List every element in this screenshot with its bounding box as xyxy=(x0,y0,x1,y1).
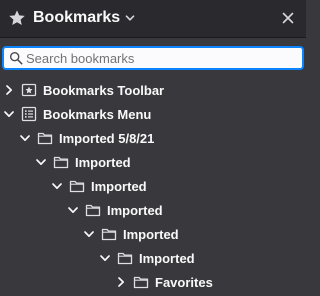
chevron-down-icon[interactable] xyxy=(3,108,15,120)
chevron-down-icon[interactable] xyxy=(35,156,47,168)
chevron-right-icon[interactable] xyxy=(115,276,127,288)
chevron-down-icon[interactable] xyxy=(67,204,79,216)
tree-row[interactable]: Imported xyxy=(0,246,306,270)
folder-icon xyxy=(85,202,101,218)
folder-icon xyxy=(117,250,133,266)
tree-row[interactable]: Imported xyxy=(0,222,306,246)
close-sidebar-button[interactable] xyxy=(280,10,296,26)
search-input[interactable] xyxy=(26,48,300,68)
star-icon xyxy=(9,10,25,26)
bookmarks-toolbar-icon xyxy=(21,82,37,98)
chevron-down-icon[interactable] xyxy=(51,180,63,192)
folder-icon xyxy=(37,130,53,146)
chevron-right-icon[interactable] xyxy=(3,84,15,96)
folder-icon xyxy=(53,154,69,170)
tree-row[interactable]: Bookmarks Menu xyxy=(0,102,306,126)
close-icon xyxy=(282,12,294,24)
sidebar-title: Bookmarks xyxy=(33,9,121,26)
chevron-down-icon xyxy=(125,15,135,21)
folder-icon xyxy=(133,274,149,290)
tree-row-label: Imported xyxy=(123,226,179,242)
chevron-down-icon[interactable] xyxy=(19,132,31,144)
tree-row-label: Favorites xyxy=(155,274,213,290)
tree-row-label: Imported xyxy=(75,154,131,170)
sidebar-switcher-button[interactable]: Bookmarks xyxy=(8,6,135,30)
folder-icon xyxy=(69,178,85,194)
tree-row[interactable]: Imported 5/8/21 xyxy=(0,126,306,150)
tree-row-label: Imported 5/8/21 xyxy=(59,130,155,146)
chevron-down-icon[interactable] xyxy=(83,228,95,240)
tree-row-label: Imported xyxy=(107,202,163,218)
search-icon xyxy=(9,51,23,65)
bookmarks-tree: Bookmarks Toolbar Bookmarks Menu Imported … xyxy=(0,78,306,294)
tree-row-label: Imported xyxy=(139,250,195,266)
tree-row[interactable]: Imported xyxy=(0,150,306,174)
tree-row-label: Imported xyxy=(91,178,147,194)
search-box[interactable] xyxy=(2,46,304,70)
tree-row[interactable]: Bookmarks Toolbar xyxy=(0,78,306,102)
tree-row[interactable]: Imported xyxy=(0,174,306,198)
chevron-down-icon[interactable] xyxy=(99,252,111,264)
sidebar-header: Bookmarks xyxy=(0,0,306,38)
tree-row-label: Bookmarks Toolbar xyxy=(43,82,165,98)
tree-row-label: Bookmarks Menu xyxy=(43,106,152,122)
folder-icon xyxy=(101,226,117,242)
tree-row[interactable]: Favorites xyxy=(0,270,306,294)
bookmarks-menu-icon xyxy=(21,106,37,122)
tree-row[interactable]: Imported xyxy=(0,198,306,222)
